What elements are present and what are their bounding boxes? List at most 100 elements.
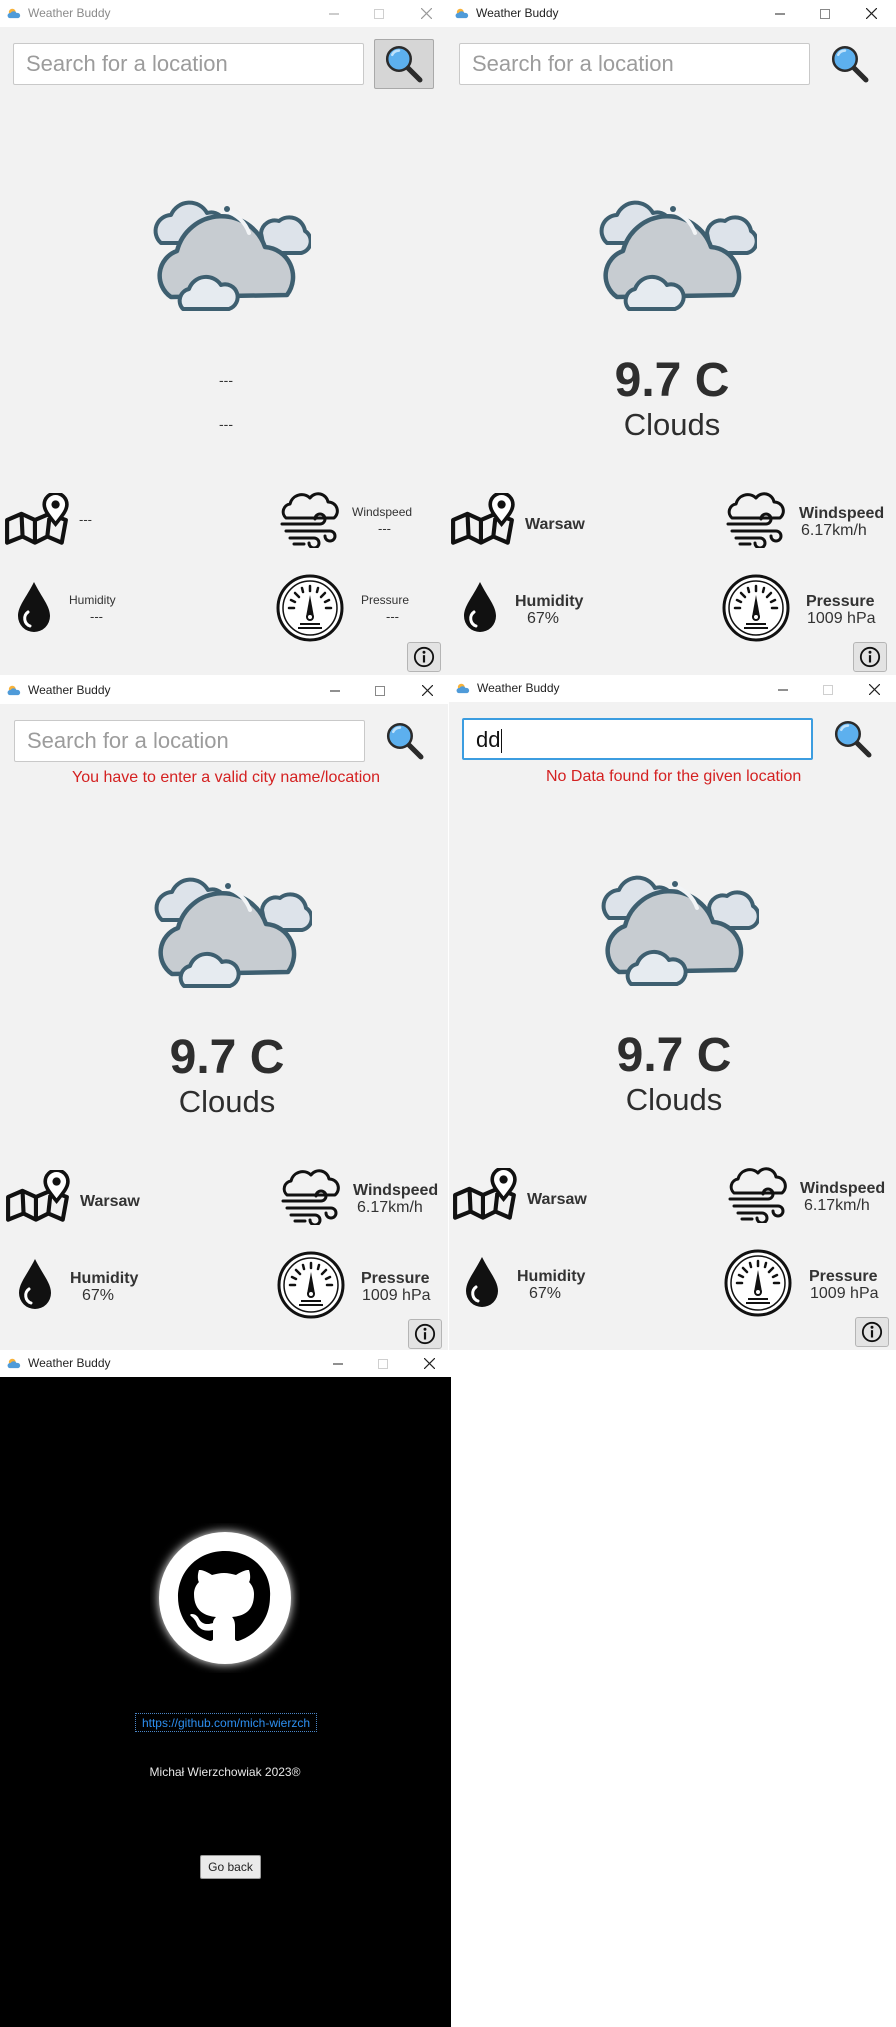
gauge-icon (276, 1250, 346, 1320)
app-icon (7, 7, 21, 19)
cloud-icon (589, 860, 759, 990)
temperature-value: 9.7 C (169, 1031, 285, 1084)
windspeed-label: Windspeed (353, 1182, 439, 1199)
info-icon (861, 1321, 883, 1343)
github-link[interactable]: https://github.com/mich-wierzch (135, 1713, 317, 1732)
pressure-label: Pressure (361, 593, 410, 607)
pressure-label: Pressure (361, 1270, 430, 1287)
humidity-value: 67% (529, 1285, 562, 1302)
humidity-value: --- (90, 609, 103, 624)
info-button[interactable] (853, 642, 887, 672)
title-bar[interactable]: Weather Buddy (0, 0, 448, 27)
maximize-icon (378, 1358, 388, 1369)
close-icon (865, 8, 877, 19)
location-value: Warsaw (527, 1191, 587, 1208)
temperature-value: 9.7 C (616, 1029, 732, 1082)
map-pin-icon (4, 493, 70, 547)
title-bar[interactable]: Weather Buddy (0, 1350, 451, 1377)
maximize-button[interactable] (806, 677, 850, 702)
title-bar[interactable]: Weather Buddy (448, 0, 896, 27)
search-icon (832, 718, 874, 760)
weather-description: --- (219, 416, 233, 432)
window-title: Weather Buddy (28, 1356, 111, 1370)
windspeed-value: 6.17km/h (804, 1197, 870, 1214)
search-input[interactable]: dd (462, 718, 813, 760)
temperature-value: --- (219, 372, 233, 388)
close-button[interactable] (849, 0, 893, 27)
title-bar[interactable]: Weather Buddy (449, 677, 896, 702)
minimize-icon (330, 690, 340, 691)
app-icon (456, 682, 470, 694)
maximize-icon (820, 8, 830, 19)
info-button[interactable] (855, 1317, 889, 1347)
windspeed-value: --- (378, 521, 391, 536)
gauge-icon (721, 573, 791, 643)
close-icon (421, 685, 433, 696)
minimize-button[interactable] (312, 0, 356, 27)
close-button[interactable] (405, 677, 448, 704)
search-icon (384, 720, 426, 762)
minimize-button[interactable] (758, 0, 802, 27)
maximize-icon (374, 8, 384, 19)
text-caret (501, 729, 503, 754)
droplet-icon (462, 1255, 502, 1309)
search-button[interactable] (820, 39, 880, 89)
minimize-button[interactable] (313, 677, 357, 704)
search-button[interactable] (374, 39, 434, 89)
gauge-icon (723, 1248, 793, 1318)
minimize-button[interactable] (761, 677, 805, 702)
windspeed-value: 6.17km/h (357, 1199, 423, 1216)
windspeed-label: Windspeed (352, 505, 413, 519)
humidity-label: Humidity (69, 593, 116, 607)
search-input[interactable]: Search for a location (14, 720, 365, 762)
maximize-button[interactable] (361, 1350, 405, 1377)
minimize-icon (778, 689, 788, 690)
go-back-button[interactable]: Go back (200, 1855, 261, 1879)
windspeed-value: 6.17km/h (801, 522, 867, 539)
cloud-icon (141, 185, 311, 315)
search-input[interactable]: Search for a location (13, 43, 364, 85)
close-button[interactable] (852, 677, 896, 702)
window-title: Weather Buddy (28, 683, 111, 697)
title-bar[interactable]: Weather Buddy (0, 677, 448, 704)
window-title: Weather Buddy (28, 6, 111, 20)
droplet-icon (15, 1257, 55, 1311)
window-no-data: Weather Buddy dd No Data found for the g… (449, 677, 896, 1350)
maximize-button[interactable] (803, 0, 847, 27)
minimize-icon (333, 1363, 343, 1364)
search-button[interactable] (375, 716, 435, 766)
humidity-label: Humidity (70, 1270, 139, 1287)
map-pin-icon (5, 1170, 71, 1224)
search-input-value: dd (476, 727, 501, 752)
window-empty: Weather Buddy Search for a location --- … (0, 0, 448, 675)
humidity-value: 67% (82, 1287, 115, 1304)
maximize-button[interactable] (358, 677, 402, 704)
humidity-value: 67% (527, 610, 560, 627)
map-pin-icon (450, 493, 516, 547)
close-button[interactable] (404, 0, 448, 27)
app-icon (455, 7, 469, 19)
info-button[interactable] (408, 1319, 442, 1349)
gauge-icon (275, 573, 345, 643)
search-icon (829, 43, 871, 85)
close-icon (423, 1358, 435, 1369)
info-button[interactable] (407, 642, 441, 672)
wind-icon (728, 1165, 788, 1223)
close-button[interactable] (407, 1350, 451, 1377)
pressure-value: 1009 hPa (810, 1285, 879, 1302)
windspeed-label: Windspeed (800, 1180, 886, 1197)
cloud-icon (587, 185, 757, 315)
droplet-icon (14, 580, 54, 634)
location-value: --- (79, 512, 92, 527)
window-title: Weather Buddy (476, 6, 559, 20)
wind-icon (281, 1167, 341, 1225)
weather-description: Clouds (178, 1084, 276, 1119)
app-icon (7, 684, 21, 696)
maximize-button[interactable] (357, 0, 401, 27)
info-icon (413, 646, 435, 668)
window-loaded: Weather Buddy Search for a location 9.7 … (448, 0, 896, 675)
search-button[interactable] (823, 714, 883, 764)
map-pin-icon (452, 1168, 518, 1222)
search-input[interactable]: Search for a location (459, 43, 810, 85)
minimize-button[interactable] (316, 1350, 360, 1377)
